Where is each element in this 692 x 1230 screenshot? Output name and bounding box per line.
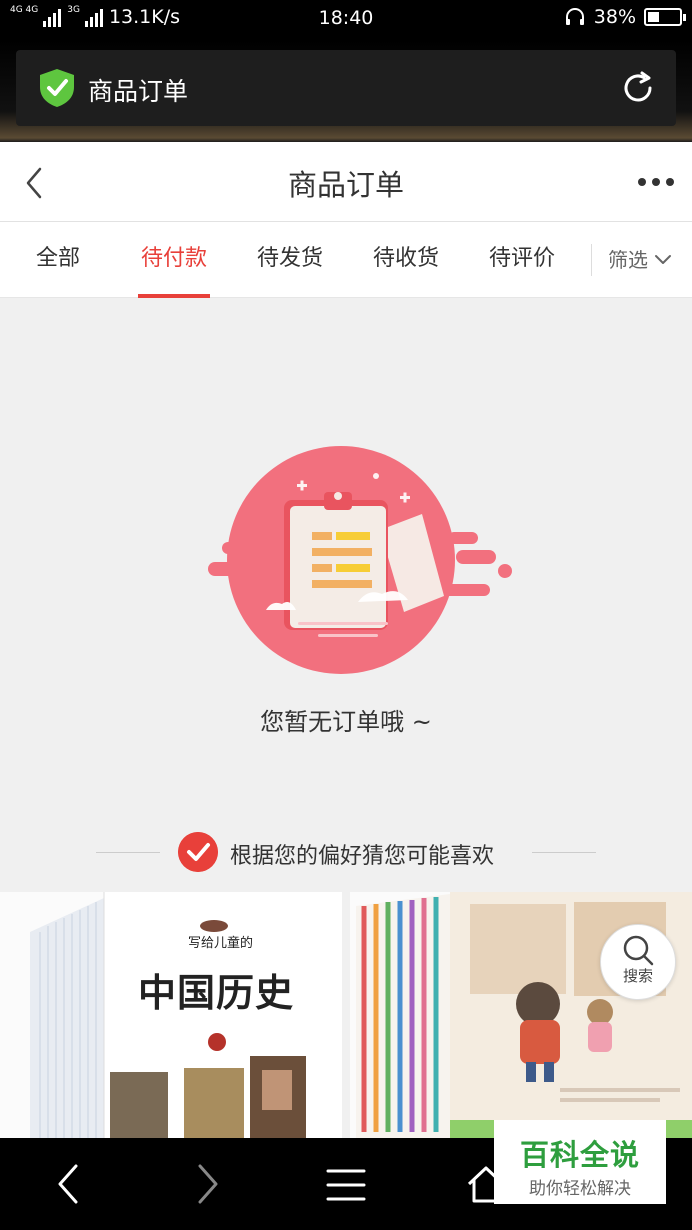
tab-all[interactable]: 全部: [18, 222, 98, 298]
page-header: 商品订单: [0, 142, 692, 222]
order-tabs: 全部 待付款 待发货 待收货 待评价 筛选: [0, 222, 692, 298]
browser-bar: 商品订单: [0, 40, 692, 142]
page-title: 商品订单: [287, 168, 404, 202]
book-title: 中国历史: [138, 970, 295, 1015]
active-tab-indicator: [138, 294, 210, 298]
divider-left: [96, 852, 160, 853]
floating-search-button[interactable]: 搜索: [600, 924, 676, 1000]
battery-percent: 38%: [593, 6, 636, 28]
recommend-header: 根据您的偏好猜您可能喜欢: [0, 830, 692, 876]
watermark-logo: 百科全说 助你轻松解决: [494, 1120, 666, 1204]
search-icon: [623, 935, 654, 966]
nav-forward-icon[interactable]: [196, 1164, 220, 1204]
refresh-icon[interactable]: [620, 70, 656, 106]
menu-icon[interactable]: [326, 1168, 366, 1202]
more-icon[interactable]: [638, 178, 674, 186]
status-bar: 4G 4G 3G 13.1K/s 18:40 38%: [0, 0, 692, 40]
watermark-subtitle: 助你轻松解决: [529, 1179, 631, 1199]
chevron-down-icon: [655, 255, 671, 264]
tab-divider: [591, 244, 592, 276]
headphone-icon: [565, 8, 584, 25]
empty-message: 您暂无订单哦 ~: [260, 708, 432, 736]
tab-pending-receipt[interactable]: 待收货: [360, 222, 452, 298]
product-card[interactable]: 写给儿童的 中国历史: [0, 892, 342, 1138]
filter-button[interactable]: 筛选: [608, 222, 672, 298]
browser-title: 商品订单: [88, 77, 189, 106]
search-label: 搜索: [622, 967, 653, 985]
tab-pending-shipment[interactable]: 待发货: [244, 222, 336, 298]
empty-orders-illustration: [208, 446, 512, 674]
shield-check-icon: [40, 69, 74, 107]
check-circle-icon: [178, 832, 218, 872]
filter-label: 筛选: [608, 248, 648, 272]
book-subtitle: 写给儿童的: [188, 936, 254, 951]
battery-icon: [644, 8, 686, 26]
nav-back-icon[interactable]: [56, 1164, 80, 1204]
watermark-title: 百科全说: [519, 1138, 640, 1172]
recommend-title: 根据您的偏好猜您可能喜欢: [230, 844, 495, 869]
tab-pending-review[interactable]: 待评价: [476, 222, 568, 298]
divider-right: [532, 852, 596, 853]
tab-pending-payment[interactable]: 待付款: [128, 222, 220, 298]
